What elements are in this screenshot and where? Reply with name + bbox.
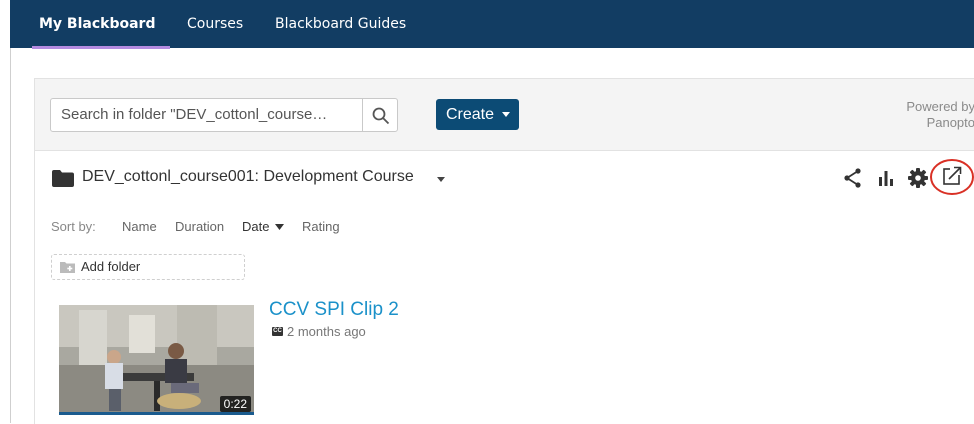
tab-blackboard-guides[interactable]: Blackboard Guides bbox=[275, 0, 406, 48]
search-icon bbox=[372, 107, 390, 125]
add-folder-label: Add folder bbox=[81, 259, 141, 274]
duration-badge: 0:22 bbox=[219, 396, 251, 412]
sort-label: Sort by: bbox=[51, 219, 96, 234]
folder-name[interactable]: DEV_cottonl_course001: Development Cours… bbox=[82, 168, 414, 186]
powered-by-line: Powered by bbox=[906, 99, 974, 114]
stats-icon[interactable] bbox=[873, 165, 899, 191]
session-title-link[interactable]: CCV SPI Clip 2 bbox=[269, 299, 399, 321]
sort-option-duration[interactable]: Duration bbox=[175, 219, 224, 234]
sort-option-name[interactable]: Name bbox=[122, 219, 157, 234]
folder-icon bbox=[52, 170, 74, 187]
folder-header: DEV_cottonl_course001: Development Cours… bbox=[35, 151, 974, 207]
open-external-icon[interactable] bbox=[929, 157, 974, 197]
content-border bbox=[10, 48, 11, 423]
add-folder-button[interactable]: Add folder bbox=[51, 254, 245, 280]
sort-option-rating[interactable]: Rating bbox=[302, 219, 340, 234]
sort-direction-icon bbox=[275, 224, 284, 230]
closed-captions-icon: CC bbox=[272, 327, 283, 336]
panopto-panel: Search in folder "DEV_cottonl_course… Cr… bbox=[34, 78, 974, 424]
session-thumbnail[interactable]: 0:22 bbox=[59, 305, 254, 415]
tab-courses[interactable]: Courses bbox=[187, 0, 243, 48]
add-folder-icon bbox=[60, 262, 75, 273]
panel-header: Search in folder "DEV_cottonl_course… Cr… bbox=[35, 79, 974, 151]
folder-dropdown-icon[interactable] bbox=[437, 177, 445, 182]
search-button[interactable] bbox=[362, 98, 398, 132]
panopto-brand: Panopto bbox=[926, 115, 974, 130]
create-button[interactable]: Create bbox=[436, 99, 519, 130]
chevron-down-icon bbox=[502, 112, 510, 117]
active-tab-indicator bbox=[32, 46, 170, 49]
session-age: 2 months ago bbox=[287, 324, 366, 339]
search-input[interactable]: Search in folder "DEV_cottonl_course… bbox=[50, 98, 363, 132]
create-button-label: Create bbox=[446, 106, 495, 123]
settings-icon[interactable] bbox=[905, 165, 931, 191]
watch-progress-bar bbox=[59, 412, 254, 415]
powered-by-text: Powered by Panopto bbox=[855, 99, 974, 131]
share-icon[interactable] bbox=[840, 165, 866, 191]
sort-option-date[interactable]: Date bbox=[242, 219, 269, 234]
tab-my-blackboard[interactable]: My Blackboard bbox=[39, 0, 155, 48]
top-navigation: My Blackboard Courses Blackboard Guides bbox=[10, 0, 974, 49]
